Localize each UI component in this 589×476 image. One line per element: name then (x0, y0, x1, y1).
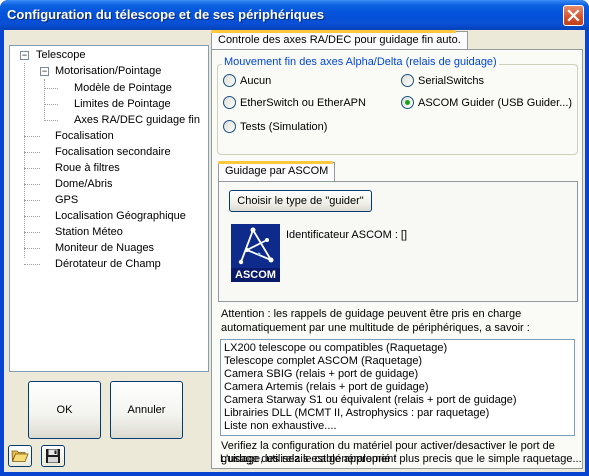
radio-label: Aucun (240, 74, 272, 87)
radio-tests[interactable]: Tests (Simulation) (223, 120, 327, 133)
radio-label: Tests (Simulation) (240, 120, 328, 133)
compatible-devices-list[interactable]: LX200 telescope ou compatibles (Raquetag… (220, 339, 575, 436)
close-icon (567, 9, 580, 22)
cancel-button[interactable]: Annuler (110, 381, 183, 439)
tree-item-derotateur[interactable]: Dérotateur de Champ (55, 257, 161, 271)
sub-tab-label: Guidage par ASCOM (225, 165, 329, 177)
radio-circle (223, 74, 236, 87)
radio-etherswitch[interactable]: EtherSwitch ou EtherAPN (223, 96, 366, 109)
attention-line-2: automatiquement par une multitude de pér… (221, 322, 530, 334)
tree-item-moniteur-nuages[interactable]: Moniteur de Nuages (55, 241, 154, 255)
group-legend: Mouvement fin des axes Alpha/Delta (rela… (222, 56, 499, 68)
dialog-client-area: − Telescope − Motorisation/Pointage Modè… (4, 30, 585, 472)
tree-item-gps[interactable]: GPS (55, 193, 78, 207)
list-item: Liste non exhaustive.... (224, 420, 337, 432)
radio-circle (401, 96, 414, 109)
ascom-logo: ASCOM (231, 224, 280, 282)
ascom-logo-text: ASCOM (231, 268, 280, 282)
radio-ascom-guider[interactable]: ASCOM Guider (USB Guider...) (401, 96, 572, 109)
list-item: LX200 telescope ou compatibles (Raquetag… (224, 342, 448, 354)
tree-connector (24, 200, 40, 201)
tree-connector (24, 63, 25, 258)
tab-panel: Mouvement fin des axes Alpha/Delta (rela… (211, 49, 583, 469)
usage-line: L'usage des relais est généralement plus… (220, 453, 582, 465)
ok-button[interactable]: OK (28, 381, 101, 439)
tree-connector (24, 136, 40, 137)
identifier-text: Identificateur ASCOM : [] (286, 229, 408, 241)
tree-connector (24, 216, 40, 217)
radio-aucun[interactable]: Aucun (223, 74, 271, 87)
tree-connector (44, 79, 45, 121)
radio-circle (401, 74, 414, 87)
collapse-icon[interactable]: − (20, 51, 29, 60)
tree-connector (44, 104, 58, 105)
list-item: Camera Starway S1 ou équivalent (relais … (224, 394, 517, 406)
tree-item-focalisation[interactable]: Focalisation (55, 129, 114, 143)
radio-circle (223, 120, 236, 133)
window-title: Configuration du télescope et de ses pér… (7, 7, 325, 22)
window-frame-bottom (0, 472, 589, 476)
floppy-save-icon (46, 449, 60, 463)
tree-item-dome-abris[interactable]: Dome/Abris (55, 177, 112, 191)
close-button[interactable] (563, 5, 584, 26)
attention-line-1: Attention : les rappels de guidage peuve… (221, 308, 522, 320)
window-frame-right (585, 30, 589, 476)
tree-item-axes-guidage[interactable]: Axes RA/DEC guidage fin (74, 113, 200, 127)
tree-connector (24, 232, 40, 233)
tree-item-motorisation[interactable]: Motorisation/Pointage (55, 64, 161, 78)
ascom-panel: Choisir le type de "guider" ASCOM Identi… (218, 181, 578, 302)
tab-guidage-ascom[interactable]: Guidage par ASCOM (218, 162, 336, 182)
save-button[interactable] (41, 445, 65, 467)
radio-label: EtherSwitch ou EtherAPN (240, 96, 366, 109)
list-item: Camera Artemis (relais + port de guidage… (224, 381, 429, 393)
ascom-constellation-icon (231, 224, 280, 268)
tree-connector (24, 264, 40, 265)
tab-label: Controle des axes RA/DEC pour guidage fi… (218, 34, 461, 46)
radio-serialswitchs[interactable]: SerialSwitchs (401, 74, 484, 87)
list-item: Camera SBIG (relais + port de guidage) (224, 368, 419, 380)
collapse-icon[interactable]: − (40, 67, 49, 76)
tree-connector (24, 184, 40, 185)
radio-selected-dot (405, 100, 410, 105)
radio-circle (223, 96, 236, 109)
list-item: Telescope complet ASCOM (Raquetage) (224, 355, 423, 367)
tree-item-localisation[interactable]: Localisation Géographique (55, 209, 186, 223)
tree-connector (24, 248, 40, 249)
tree-item-telescope[interactable]: Telescope (36, 48, 86, 62)
tab-axes-guidage[interactable]: Controle des axes RA/DEC pour guidage fi… (211, 31, 468, 50)
sub-tab-highlight (218, 161, 333, 164)
radio-label: SerialSwitchs (418, 74, 485, 87)
list-item: Librairies DLL (MCMT II, Astrophysics : … (224, 407, 490, 419)
open-button[interactable] (8, 445, 32, 467)
tree-item-limites-pointage[interactable]: Limites de Pointage (74, 97, 171, 111)
tree-item-station-meteo[interactable]: Station Méteo (55, 225, 123, 239)
settings-tree[interactable]: − Telescope − Motorisation/Pointage Modè… (9, 45, 209, 372)
tab-highlight (211, 30, 456, 33)
tree-connector (24, 168, 40, 169)
verify-line-1: Verifiez la configuration du matériel po… (221, 440, 555, 452)
tree-connector (44, 120, 58, 121)
folder-open-icon (11, 450, 29, 462)
tree-connector (24, 152, 40, 153)
radio-label: ASCOM Guider (USB Guider...) (418, 96, 573, 109)
tree-item-modele-pointage[interactable]: Modèle de Pointage (74, 81, 172, 95)
tree-connector (44, 88, 58, 89)
dialog-window: Configuration du télescope et de ses pér… (0, 0, 589, 476)
choose-guider-button[interactable]: Choisir le type de "guider" (229, 190, 372, 212)
tree-item-focalisation-secondaire[interactable]: Focalisation secondaire (55, 145, 171, 159)
title-bar[interactable]: Configuration du télescope et de ses pér… (0, 0, 589, 30)
tree-item-roue-filtres[interactable]: Roue à filtres (55, 161, 120, 175)
